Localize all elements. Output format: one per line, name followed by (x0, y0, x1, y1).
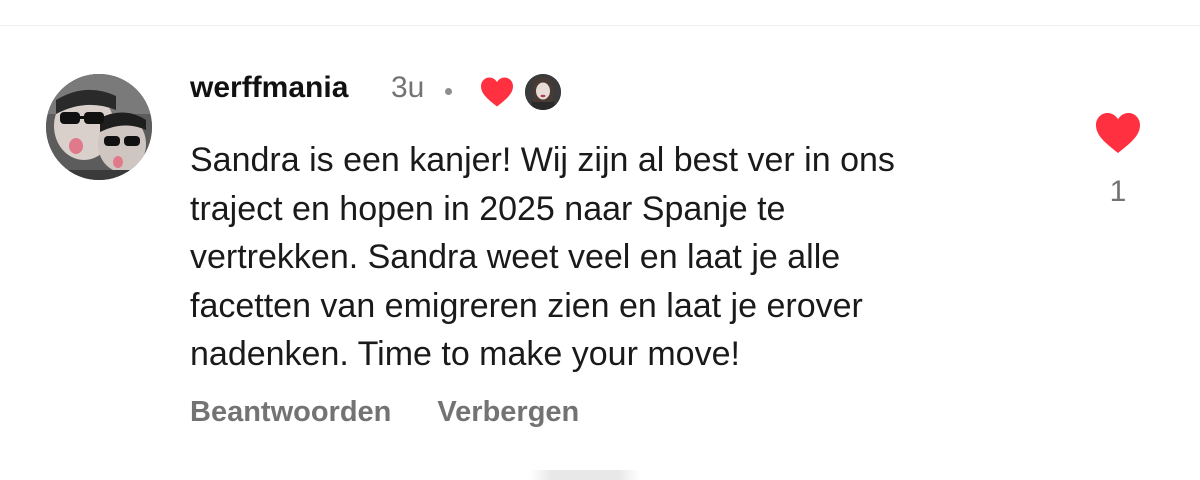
username[interactable]: werffmania (190, 70, 348, 106)
creator-photo (525, 74, 561, 110)
avatar[interactable] (46, 74, 152, 180)
comment-screen: werffmania 3u Sandra is een kanjer! Wij … (0, 0, 1200, 480)
like-count: 1 (1109, 175, 1127, 208)
divider (0, 25, 1200, 26)
creator-liked-heart-icon (481, 77, 513, 107)
separator-dot (445, 88, 452, 95)
creator-avatar (525, 74, 561, 110)
timestamp: 3u (391, 71, 425, 104)
next-item-edge (530, 470, 640, 480)
reply-button[interactable]: Beantwoorden (190, 392, 391, 432)
comment-actions: Beantwoorden Verbergen (190, 392, 579, 432)
like-heart-icon[interactable] (1094, 111, 1142, 155)
avatar-photo (46, 74, 152, 180)
hide-button[interactable]: Verbergen (437, 392, 579, 432)
comment-text: Sandra is een kanjer! Wij zijn al best v… (190, 141, 895, 373)
